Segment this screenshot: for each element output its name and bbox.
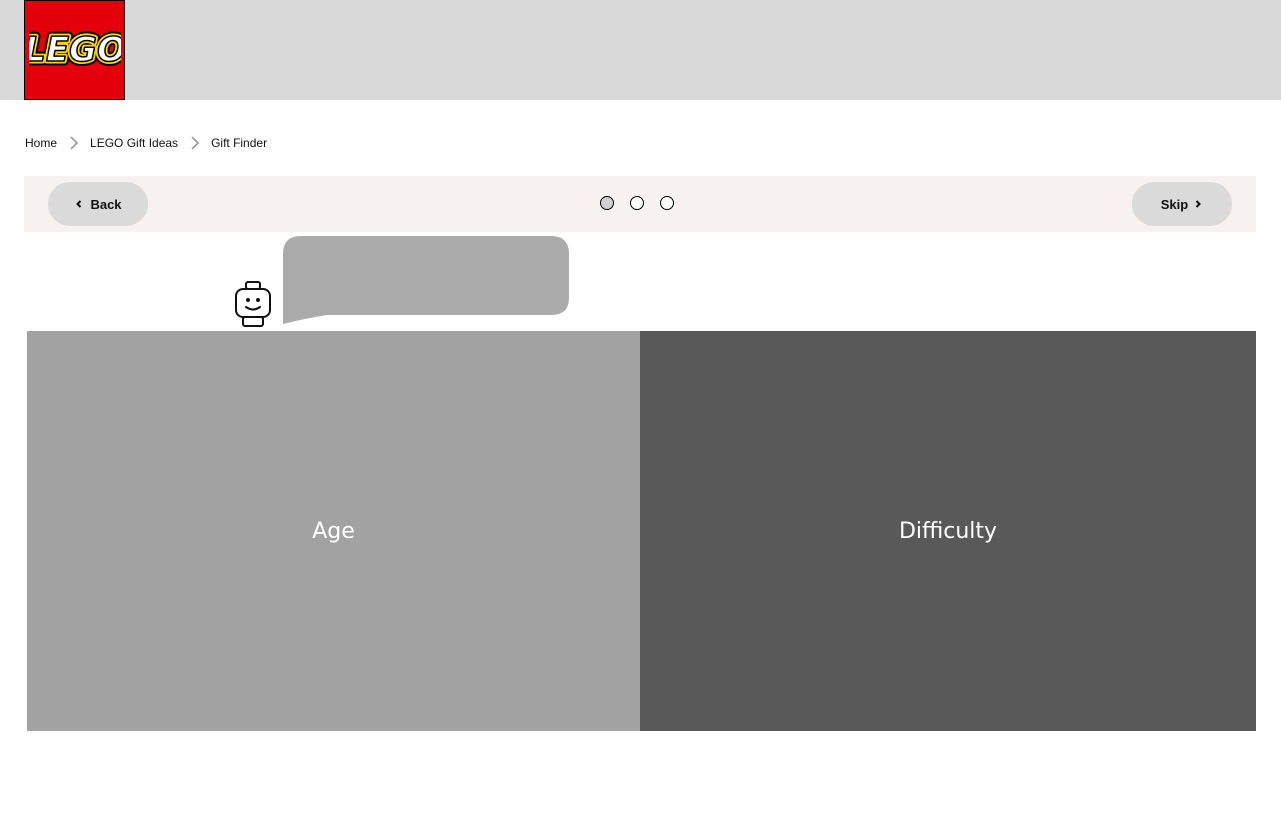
option-difficulty[interactable]: Difficulty — [640, 331, 1256, 731]
breadcrumb: Home LEGO Gift Ideas Gift Finder — [25, 134, 267, 152]
breadcrumb-gift-ideas[interactable]: LEGO Gift Ideas — [90, 136, 178, 150]
step-dot-3 — [660, 196, 674, 210]
chevron-right-icon — [1196, 200, 1202, 208]
chevron-left-icon — [76, 200, 82, 208]
speech-bubble — [283, 236, 569, 324]
lego-logo-icon: LEGO LEGO LEGO — [29, 26, 121, 75]
skip-button-label: Skip — [1160, 196, 1189, 212]
back-button-label: Back — [90, 196, 122, 212]
breadcrumb-home[interactable]: Home — [25, 136, 57, 150]
step-dot-1 — [600, 196, 614, 210]
lego-logo[interactable]: LEGO LEGO LEGO — [24, 0, 125, 100]
svg-text:LEGO: LEGO — [29, 30, 121, 70]
step-indicator — [600, 196, 690, 210]
back-button[interactable]: Back — [48, 182, 148, 226]
breadcrumb-current: Gift Finder — [211, 136, 268, 150]
step-navigation-bar: Back Skip — [24, 176, 1256, 232]
option-difficulty-label: Difficulty — [898, 518, 998, 544]
option-age-label: Age — [312, 518, 355, 544]
option-age[interactable]: Age — [27, 331, 640, 731]
skip-button[interactable]: Skip — [1132, 182, 1232, 226]
step-dot-2 — [630, 196, 644, 210]
chevron-right-icon — [70, 136, 79, 150]
site-header: LEGO LEGO LEGO — [0, 0, 1281, 100]
option-panels: Age Difficulty — [27, 331, 1256, 731]
minifigure-head-icon — [235, 281, 271, 327]
chevron-right-icon — [191, 136, 200, 150]
